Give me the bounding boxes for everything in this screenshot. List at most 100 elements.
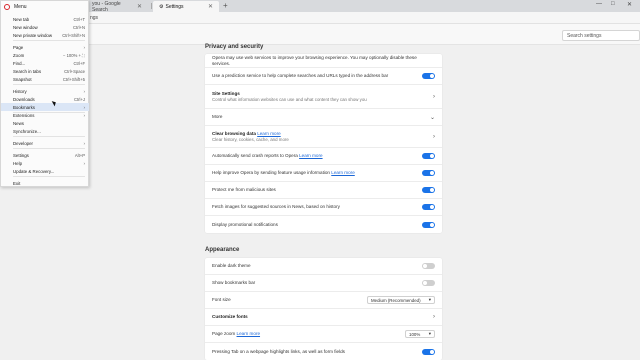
submenu-arrow-icon: ›: [83, 112, 86, 118]
setting-label: Page zoom: [212, 331, 236, 336]
menu-item-find[interactable]: Find... Ctrl+F: [1, 59, 89, 67]
menu-title: Menu: [14, 4, 27, 10]
menu-item-shortcut: Ctrl+T: [73, 16, 85, 22]
menu-item-downloads[interactable]: Downloads Ctrl+J: [1, 95, 89, 103]
page-zoom-value: 100%: [409, 331, 421, 337]
menu-item-history[interactable]: History ›: [1, 87, 89, 95]
menu-separator: [13, 148, 85, 149]
tab-label: you - Google Search: [92, 0, 121, 13]
menu-item-label: Developer: [13, 140, 34, 146]
tab-bar: you - Google Search ✕ ⚙ Settings ✕ + — □…: [0, 0, 640, 13]
setting-label: Help improve Opera by sending feature us…: [212, 170, 330, 175]
setting-label: More: [212, 114, 223, 119]
bookmarks-bar-toggle[interactable]: [422, 280, 435, 286]
dropdown-icon: ▾: [428, 331, 431, 336]
menu-header[interactable]: Menu: [1, 1, 90, 13]
menu-item-label: New private window: [13, 32, 53, 38]
feature-usage-row[interactable]: Help improve Opera by sending feature us…: [205, 165, 442, 182]
menu-item-label: New window: [13, 24, 38, 30]
promotional-notifications-row[interactable]: Display promotional notifications: [205, 216, 442, 233]
malicious-sites-row[interactable]: Protect me from malicious sites: [205, 182, 442, 199]
page-zoom-row: Page zoom Learn more 100% ▾: [205, 326, 442, 343]
learn-more-link[interactable]: Learn more: [331, 170, 355, 175]
menu-item-developer[interactable]: Developer ›: [1, 139, 89, 147]
more-row[interactable]: More ⌄: [205, 109, 442, 126]
dark-theme-toggle[interactable]: [422, 263, 435, 269]
maximize-icon[interactable]: □: [611, 1, 615, 7]
menu-item-shortcut: Ctrl+J: [73, 96, 85, 102]
prediction-toggle[interactable]: [422, 73, 435, 79]
customize-fonts-row[interactable]: Customize fonts ›: [205, 309, 442, 326]
menu-item-label: Update & Recovery...: [13, 168, 55, 174]
learn-more-link[interactable]: Learn more: [299, 153, 323, 158]
close-icon[interactable]: ✕: [137, 3, 142, 10]
menu-item-snapshot[interactable]: Snapshot Ctrl+Shift+5: [1, 75, 89, 83]
setting-sublabel: Control what information websites can us…: [212, 96, 367, 102]
fetch-images-row[interactable]: Fetch images for suggested sources in Ne…: [205, 199, 442, 216]
menu-item-shortcut: Ctrl+N: [73, 24, 85, 30]
close-window-icon[interactable]: ✕: [627, 1, 632, 8]
dropdown-icon: ▾: [428, 297, 431, 302]
crash-reports-toggle[interactable]: [422, 153, 435, 159]
privacy-section-title: Privacy and security: [205, 44, 264, 50]
tab-settings[interactable]: ⚙ Settings ✕: [153, 1, 219, 12]
menu-item-label: Settings: [13, 152, 29, 158]
new-tab-icon[interactable]: +: [223, 1, 228, 11]
malicious-sites-toggle[interactable]: [422, 187, 435, 193]
font-size-value: Medium (Recommended): [371, 297, 421, 303]
menu-item-label: Synchronize...: [13, 128, 41, 134]
chevron-right-icon: ›: [433, 133, 435, 140]
address-text: ngs: [90, 15, 99, 21]
font-size-select[interactable]: Medium (Recommended) ▾: [367, 296, 435, 304]
close-icon[interactable]: ✕: [208, 3, 213, 10]
menu-item-new-window[interactable]: New window Ctrl+N: [1, 23, 89, 31]
menu-item-extensions[interactable]: Extensions ›: [1, 111, 89, 119]
site-settings-row[interactable]: Site Settings Control what information w…: [205, 85, 442, 109]
fetch-images-toggle[interactable]: [422, 204, 435, 210]
menu-item-label: Snapshot: [13, 76, 32, 82]
font-size-row: Font size Medium (Recommended) ▾: [205, 292, 442, 309]
menu-item-update-recovery[interactable]: Update & Recovery...: [1, 167, 89, 175]
tab-highlights-row[interactable]: Pressing Tab on a webpage highlights lin…: [205, 343, 442, 360]
submenu-arrow-icon: ›: [83, 88, 86, 94]
menu-item-new-tab[interactable]: New tab Ctrl+T: [1, 15, 89, 23]
menu-item-page[interactable]: Page ›: [1, 43, 89, 51]
zoom-controls[interactable]: − 100% + ⛶: [63, 53, 85, 58]
tab-label: Settings: [165, 3, 184, 10]
learn-more-link[interactable]: Learn more: [257, 131, 281, 136]
bookmarks-bar-row[interactable]: Show bookmarks bar: [205, 275, 442, 292]
feature-usage-toggle[interactable]: [422, 170, 435, 176]
menu-item-news[interactable]: News: [1, 119, 89, 127]
menu-item-label: Extensions: [13, 112, 35, 118]
prediction-service-row[interactable]: Use a prediction service to help complet…: [205, 68, 442, 85]
setting-label: Clear browsing data: [212, 130, 256, 136]
menu-item-label: Search in tabs: [13, 68, 42, 74]
promotional-notifications-toggle[interactable]: [422, 221, 435, 228]
learn-more-link[interactable]: Learn more: [237, 331, 261, 336]
address-bar[interactable]: ngs: [0, 12, 640, 24]
setting-label: Font size: [212, 297, 231, 302]
menu-item-exit[interactable]: Exit: [1, 179, 89, 187]
menu-item-zoom[interactable]: Zoom − 100% + ⛶: [1, 51, 89, 59]
page-zoom-select[interactable]: 100% ▾: [405, 330, 435, 338]
menu-item-label: Bookmarks: [13, 104, 35, 110]
menu-item-search-in-tabs[interactable]: Search in tabs Ctrl+Space: [1, 67, 89, 75]
settings-search-input[interactable]: Search settings: [562, 30, 640, 41]
menu-item-bookmarks[interactable]: Bookmarks ›: [1, 103, 89, 111]
clear-browsing-data-row[interactable]: Clear browsing data Learn more Clear his…: [205, 126, 442, 148]
setting-label: Enable dark theme: [212, 263, 251, 268]
menu-item-help[interactable]: Help ›: [1, 159, 89, 167]
menu-separator: [13, 84, 85, 85]
dark-theme-row[interactable]: Enable dark theme: [205, 258, 442, 275]
menu-item-synchronize[interactable]: Synchronize...: [1, 127, 89, 135]
minimize-icon[interactable]: —: [596, 1, 602, 7]
menu-item-settings[interactable]: Settings Alt+P: [1, 151, 89, 159]
tab-highlights-toggle[interactable]: [422, 348, 435, 355]
tab-google-search[interactable]: you - Google Search ✕: [86, 0, 148, 13]
chevron-down-icon: ⌄: [429, 114, 435, 121]
gear-icon: ⚙: [159, 3, 164, 10]
menu-item-new-private-window[interactable]: New private window Ctrl+Shift+N: [1, 31, 89, 39]
settings-content: Privacy and security Opera may use web s…: [0, 44, 640, 360]
crash-reports-row[interactable]: Automatically send crash reports to Oper…: [205, 148, 442, 165]
setting-sublabel: Clear history, cookies, cache, and more: [212, 136, 289, 142]
